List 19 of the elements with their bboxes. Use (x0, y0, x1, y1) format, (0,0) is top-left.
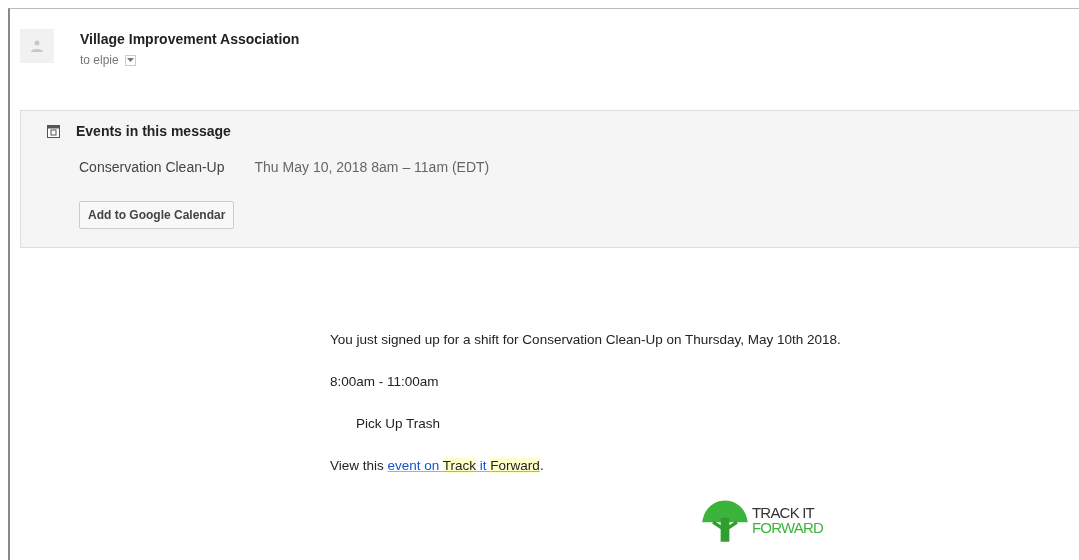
recipient-text: to elpie (80, 53, 119, 67)
event-name: Conservation Clean-Up (79, 159, 225, 175)
details-dropdown-button[interactable] (124, 54, 136, 66)
event-time: Thu May 10, 2018 8am – 11am (EDT) (254, 159, 490, 175)
caret-icon (126, 58, 134, 62)
period-text: . (539, 458, 544, 473)
event-link[interactable]: event on Track it Forward (387, 458, 540, 473)
task-text: Pick Up Trash (355, 416, 442, 431)
sender-name: Village Improvement Association (80, 31, 300, 47)
tree-icon (700, 498, 750, 542)
view-text: View this (330, 458, 385, 473)
shift-time: 8:00am - 11:00am (330, 374, 440, 389)
events-title: Events in this message (76, 123, 231, 139)
calendar-icon (47, 124, 60, 138)
signup-message: You just signed up for a shift for Conservation Clean-Up on Thursday, May 10th 2018. (330, 332, 842, 347)
logo-text: FORWARD (752, 520, 824, 535)
add-to-calendar-button[interactable]: Add to Google Calendar (79, 201, 235, 229)
avatar-icon (20, 29, 54, 63)
logo-text: TRACK IT (752, 505, 816, 520)
